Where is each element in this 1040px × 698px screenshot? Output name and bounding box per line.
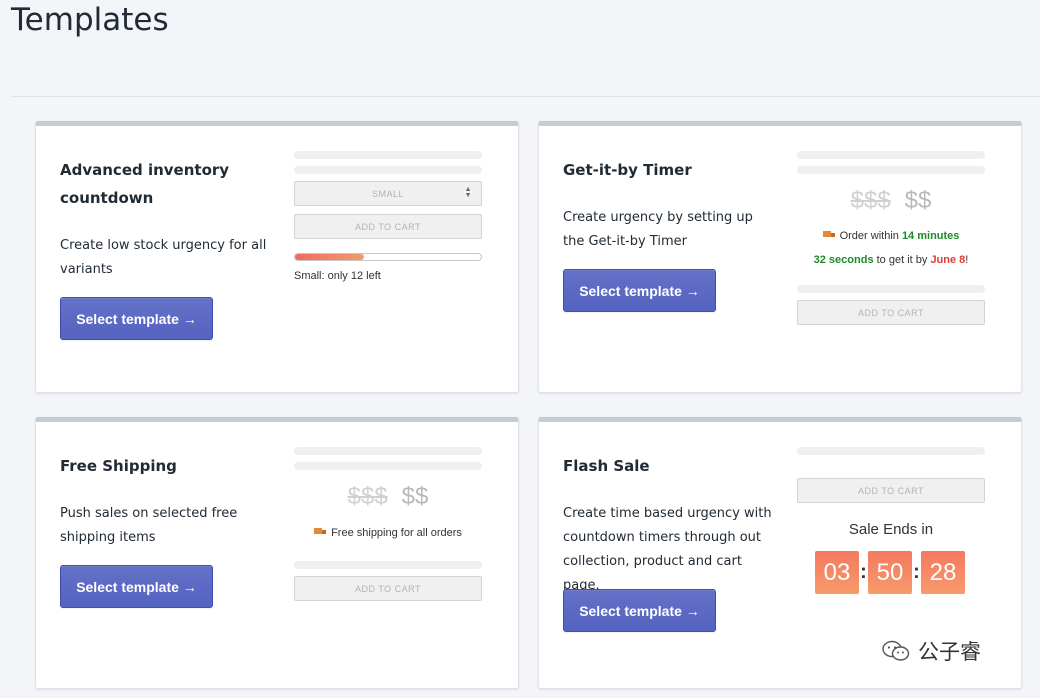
wechat-icon: [882, 640, 910, 662]
exclamation: !: [965, 254, 969, 266]
price-display: $$$ $$: [294, 483, 482, 511]
timer-seconds: 28: [921, 551, 965, 594]
variant-select: SMALL ▲ ▼: [294, 181, 482, 206]
select-template-button[interactable]: Select template →: [60, 297, 213, 340]
select-template-button[interactable]: Select template →: [563, 589, 716, 632]
template-card-free-shipping: Free Shipping Push sales on selected fre…: [35, 417, 519, 689]
old-price: $$$: [850, 187, 891, 214]
timer-minutes: 50: [868, 551, 912, 594]
placeholder-line: [797, 285, 985, 293]
order-seconds: 32 seconds: [813, 254, 874, 266]
add-to-cart-preview: ADD TO CART: [294, 214, 482, 239]
placeholder-line: [294, 151, 482, 159]
order-minutes: 14 minutes: [901, 230, 960, 242]
price-display: $$$ $$: [797, 187, 985, 215]
card-title: Free Shipping: [60, 457, 177, 475]
placeholder-line: [797, 166, 985, 174]
watermark-text: 公子睿: [918, 641, 981, 664]
placeholder-line: [294, 561, 482, 569]
card-title: Advanced inventory countdown: [60, 161, 230, 207]
timer-hours: 03: [815, 551, 859, 594]
variant-select-value: SMALL: [371, 188, 404, 199]
free-shipping-text: Free shipping for all orders: [331, 527, 462, 539]
card-title: Get-it-by Timer: [563, 161, 692, 179]
truck-icon: [822, 231, 835, 240]
header-divider: [11, 96, 1040, 97]
template-card-get-it-by-timer: Get-it-by Timer Create urgency by settin…: [538, 121, 1022, 393]
card-description: Create time based urgency with countdown…: [563, 506, 772, 593]
order-prefix: Order within: [839, 230, 902, 242]
card-description: Create urgency by setting up the Get-it-…: [563, 210, 753, 249]
old-price: $$$: [347, 483, 388, 510]
select-template-button[interactable]: Select template →: [563, 269, 716, 312]
placeholder-line: [797, 447, 985, 455]
get-it-by-line: 32 seconds to get it by June 8!: [797, 254, 985, 266]
add-to-cart-preview: ADD TO CART: [797, 300, 985, 325]
sale-ends-label: Sale Ends in: [848, 521, 934, 538]
card-title: Flash Sale: [563, 457, 650, 475]
timer-separator: :: [913, 561, 920, 583]
stock-progress-fill: [295, 254, 364, 260]
get-it-by-text: to get it by: [873, 254, 931, 266]
timer-separator: :: [860, 561, 867, 583]
placeholder-line: [294, 166, 482, 174]
template-card-inventory-countdown: Advanced inventory countdown Create low …: [35, 121, 519, 393]
new-price: $$: [904, 187, 932, 214]
add-to-cart-preview: ADD TO CART: [294, 576, 482, 601]
add-to-cart-preview: ADD TO CART: [797, 478, 985, 503]
placeholder-line: [797, 151, 985, 159]
card-description: Push sales on selected free shipping ite…: [60, 506, 238, 545]
delivery-date: June 8: [930, 254, 966, 266]
select-arrows-icon: ▲ ▼: [464, 186, 472, 199]
stock-note: Small: only 12 left: [294, 270, 381, 282]
stock-progress-bar: [294, 253, 482, 261]
countdown-timer: 03 : 50 : 28: [815, 551, 965, 594]
free-shipping-line: Free shipping for all orders: [294, 527, 482, 539]
select-template-button[interactable]: Select template →: [60, 565, 213, 608]
page-title: Templates: [11, 2, 169, 38]
truck-icon: [314, 528, 327, 537]
new-price: $$: [401, 483, 429, 510]
order-within-line: Order within 14 minutes: [797, 230, 985, 242]
card-description: Create low stock urgency for all variant…: [60, 238, 267, 277]
placeholder-line: [294, 447, 482, 455]
watermark: 公子睿: [882, 636, 981, 666]
placeholder-line: [294, 462, 482, 470]
